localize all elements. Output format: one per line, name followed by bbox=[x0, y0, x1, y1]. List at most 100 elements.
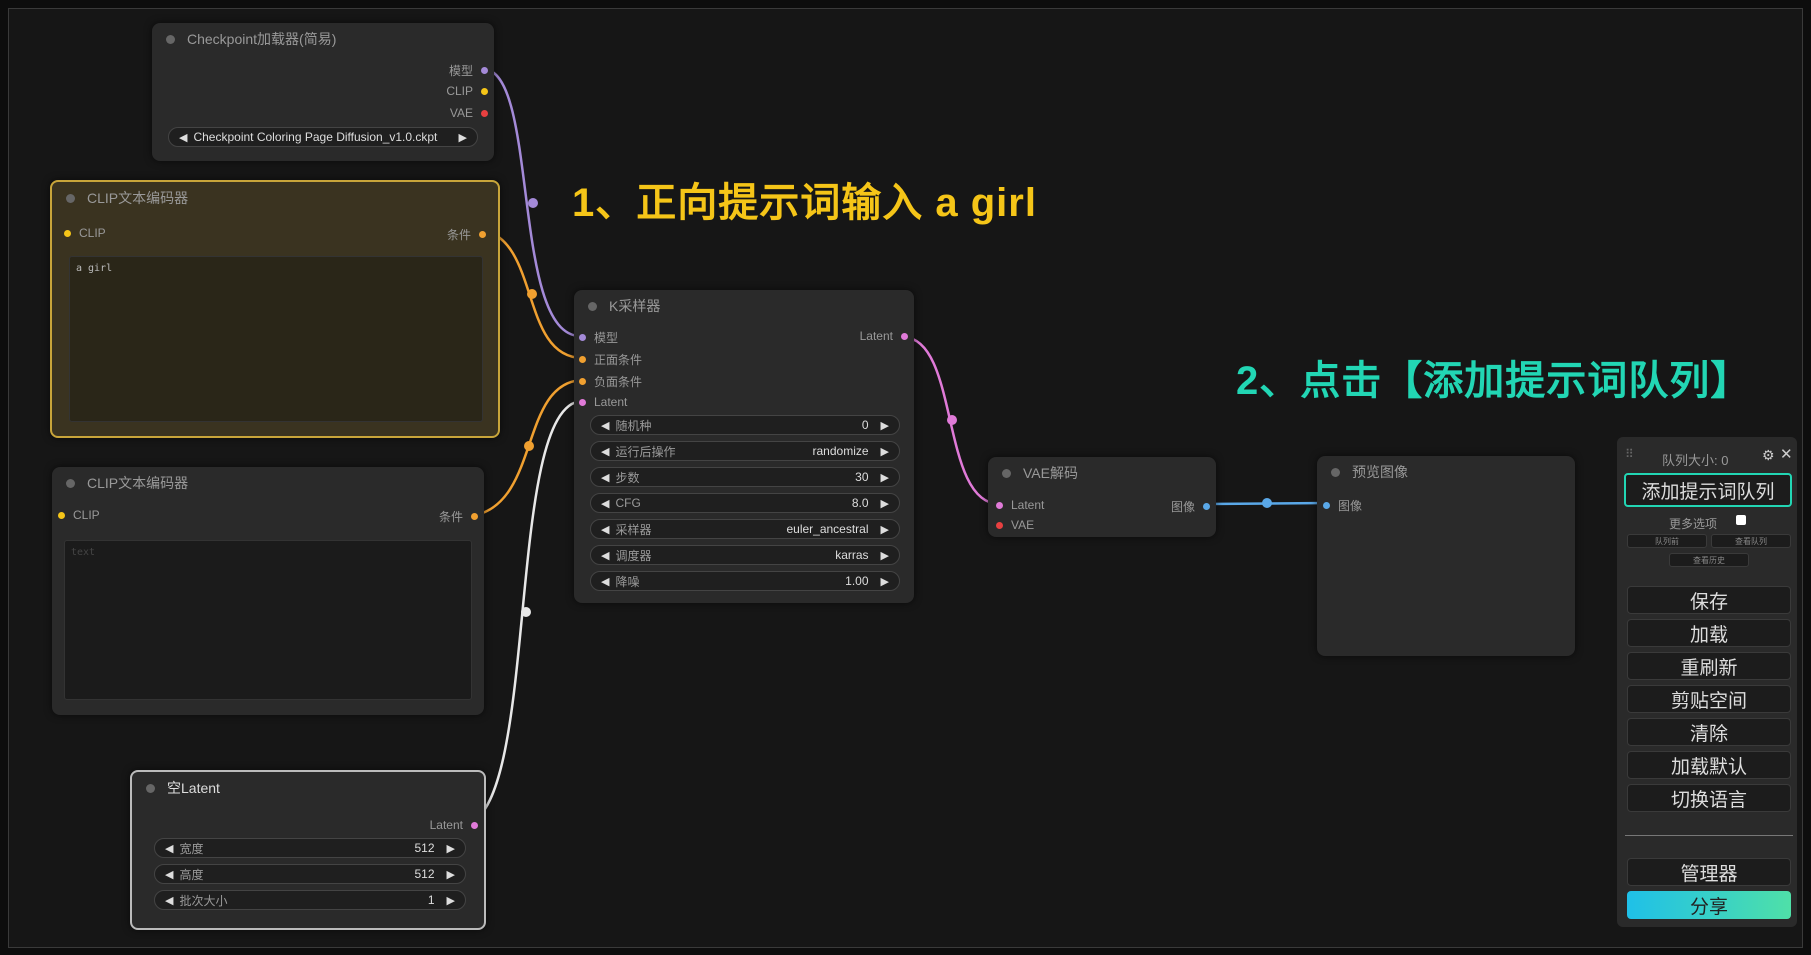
input-latent[interactable]: Latent bbox=[996, 498, 1044, 512]
vae-decode-node[interactable]: VAE解码 Latent VAE 图像 bbox=[988, 457, 1216, 537]
input-vae[interactable]: VAE bbox=[996, 518, 1034, 532]
left-arrow-icon[interactable]: ◀ bbox=[601, 445, 609, 458]
width-widget[interactable]: ◀ 宽度 512 ▶ bbox=[154, 838, 466, 858]
gear-icon[interactable]: ⚙ bbox=[1762, 447, 1775, 464]
queue-prompt-button[interactable]: 添加提示词队列 bbox=[1624, 473, 1792, 507]
left-arrow-icon[interactable]: ◀ bbox=[165, 842, 173, 855]
load-button[interactable]: 加载 bbox=[1627, 619, 1791, 647]
node-header[interactable]: CLIP文本编码器 bbox=[52, 467, 484, 499]
scheduler-widget[interactable]: ◀ 调度器 karras ▶ bbox=[590, 545, 900, 565]
queue-front-button[interactable]: 队列前 bbox=[1627, 534, 1707, 548]
empty-latent-node[interactable]: 空Latent Latent ◀ 宽度 512 ▶ ◀ 高度 512 ▶ ◀ 批次大小 1 ▶ bbox=[130, 770, 486, 930]
left-arrow-icon[interactable]: ◀ bbox=[601, 419, 609, 432]
right-arrow-icon[interactable]: ▶ bbox=[881, 497, 889, 510]
pin[interactable] bbox=[479, 231, 486, 238]
output-conditioning[interactable]: 条件 bbox=[439, 508, 478, 525]
output-vae[interactable]: VAE bbox=[450, 106, 488, 120]
input-image[interactable]: 图像 bbox=[1323, 497, 1362, 514]
checkpoint-loader-node[interactable]: Checkpoint加载器(简易) 模型 CLIP VAE ◀ Checkpoi… bbox=[152, 23, 494, 161]
node-header[interactable]: CLIP文本编码器 bbox=[52, 182, 498, 214]
pin[interactable] bbox=[481, 87, 488, 95]
right-arrow-icon[interactable]: ▶ bbox=[881, 575, 889, 588]
left-arrow-icon[interactable]: ◀ bbox=[165, 894, 173, 907]
output-latent[interactable]: Latent bbox=[860, 329, 908, 343]
sampler-widget[interactable]: ◀ 采样器 euler_ancestral ▶ bbox=[590, 519, 900, 539]
clipspace-button[interactable]: 剪贴空间 bbox=[1627, 685, 1791, 713]
right-arrow-icon[interactable]: ▶ bbox=[459, 131, 467, 144]
negative-prompt-textarea[interactable]: text bbox=[64, 540, 472, 700]
left-arrow-icon[interactable]: ◀ bbox=[601, 497, 609, 510]
input-positive[interactable]: 正面条件 bbox=[579, 351, 642, 368]
more-options-checkbox[interactable] bbox=[1736, 515, 1746, 525]
pin[interactable] bbox=[579, 356, 586, 363]
pin[interactable] bbox=[996, 501, 1003, 509]
close-icon[interactable]: ✕ bbox=[1780, 445, 1793, 463]
pin[interactable] bbox=[996, 521, 1003, 529]
node-header[interactable]: 空Latent bbox=[132, 772, 484, 804]
collapse-dot[interactable] bbox=[66, 478, 75, 488]
clip-text-encode-negative-node[interactable]: CLIP文本编码器 CLIP 条件 text bbox=[52, 467, 484, 715]
right-arrow-icon[interactable]: ▶ bbox=[881, 445, 889, 458]
right-arrow-icon[interactable]: ▶ bbox=[447, 894, 455, 907]
output-conditioning[interactable]: 条件 bbox=[447, 226, 486, 243]
clear-button[interactable]: 清除 bbox=[1627, 718, 1791, 746]
refresh-button[interactable]: 重刷新 bbox=[1627, 652, 1791, 680]
node-header[interactable]: Checkpoint加载器(简易) bbox=[152, 23, 494, 55]
drag-handle-icon[interactable]: ⠿ bbox=[1625, 447, 1634, 461]
seed-widget[interactable]: ◀ 随机种 0 ▶ bbox=[590, 415, 900, 435]
right-arrow-icon[interactable]: ▶ bbox=[881, 523, 889, 536]
right-arrow-icon[interactable]: ▶ bbox=[881, 549, 889, 562]
control-after-generate-widget[interactable]: ◀ 运行后操作 randomize ▶ bbox=[590, 441, 900, 461]
manager-button[interactable]: 管理器 bbox=[1627, 858, 1791, 886]
steps-widget[interactable]: ◀ 步数 30 ▶ bbox=[590, 467, 900, 487]
input-negative[interactable]: 负面条件 bbox=[579, 373, 642, 390]
pin[interactable] bbox=[481, 109, 488, 117]
right-arrow-icon[interactable]: ▶ bbox=[447, 868, 455, 881]
node-header[interactable]: VAE解码 bbox=[988, 457, 1216, 489]
preview-image-node[interactable]: 预览图像 图像 bbox=[1317, 456, 1575, 656]
output-model[interactable]: 模型 bbox=[449, 62, 488, 79]
switch-language-button[interactable]: 切换语言 bbox=[1627, 784, 1791, 812]
left-arrow-icon[interactable]: ◀ bbox=[601, 549, 609, 562]
share-button[interactable]: 分享 bbox=[1627, 891, 1791, 919]
pin[interactable] bbox=[901, 332, 908, 340]
input-clip[interactable]: CLIP bbox=[58, 508, 100, 522]
collapse-dot[interactable] bbox=[1331, 467, 1340, 477]
output-clip[interactable]: CLIP bbox=[446, 84, 488, 98]
left-arrow-icon[interactable]: ◀ bbox=[165, 868, 173, 881]
collapse-dot[interactable] bbox=[166, 34, 175, 44]
right-arrow-icon[interactable]: ▶ bbox=[881, 419, 889, 432]
node-header[interactable]: 预览图像 bbox=[1317, 456, 1575, 488]
left-arrow-icon[interactable]: ◀ bbox=[601, 471, 609, 484]
height-widget[interactable]: ◀ 高度 512 ▶ bbox=[154, 864, 466, 884]
right-arrow-icon[interactable]: ▶ bbox=[881, 471, 889, 484]
pin[interactable] bbox=[471, 821, 478, 829]
pin[interactable] bbox=[58, 511, 65, 519]
view-history-button[interactable]: 查看历史 bbox=[1669, 553, 1749, 567]
collapse-dot[interactable] bbox=[146, 783, 155, 793]
collapse-dot[interactable] bbox=[66, 193, 75, 203]
clip-text-encode-positive-node[interactable]: CLIP文本编码器 CLIP 条件 a girl bbox=[50, 180, 500, 438]
pin[interactable] bbox=[64, 229, 71, 237]
pin[interactable] bbox=[481, 67, 488, 74]
load-default-button[interactable]: 加载默认 bbox=[1627, 751, 1791, 779]
pin[interactable] bbox=[579, 398, 586, 406]
left-arrow-icon[interactable]: ◀ bbox=[601, 575, 609, 588]
input-model[interactable]: 模型 bbox=[579, 329, 618, 346]
output-image[interactable]: 图像 bbox=[1171, 498, 1210, 515]
denoise-widget[interactable]: ◀ 降噪 1.00 ▶ bbox=[590, 571, 900, 591]
save-button[interactable]: 保存 bbox=[1627, 586, 1791, 614]
view-queue-button[interactable]: 查看队列 bbox=[1711, 534, 1791, 548]
left-arrow-icon[interactable]: ◀ bbox=[179, 131, 187, 144]
cfg-widget[interactable]: ◀ CFG 8.0 ▶ bbox=[590, 493, 900, 513]
right-arrow-icon[interactable]: ▶ bbox=[447, 842, 455, 855]
pin[interactable] bbox=[579, 334, 586, 341]
input-latent[interactable]: Latent bbox=[579, 395, 627, 409]
batch-size-widget[interactable]: ◀ 批次大小 1 ▶ bbox=[154, 890, 466, 910]
ckpt-name-combo[interactable]: ◀ Checkpoint Coloring Page Diffusion_v1.… bbox=[168, 127, 478, 147]
prompt-textarea[interactable]: a girl bbox=[69, 256, 483, 422]
pin[interactable] bbox=[579, 378, 586, 385]
node-header[interactable]: K采样器 bbox=[574, 290, 914, 322]
output-latent[interactable]: Latent bbox=[430, 818, 478, 832]
pin[interactable] bbox=[1323, 502, 1330, 509]
